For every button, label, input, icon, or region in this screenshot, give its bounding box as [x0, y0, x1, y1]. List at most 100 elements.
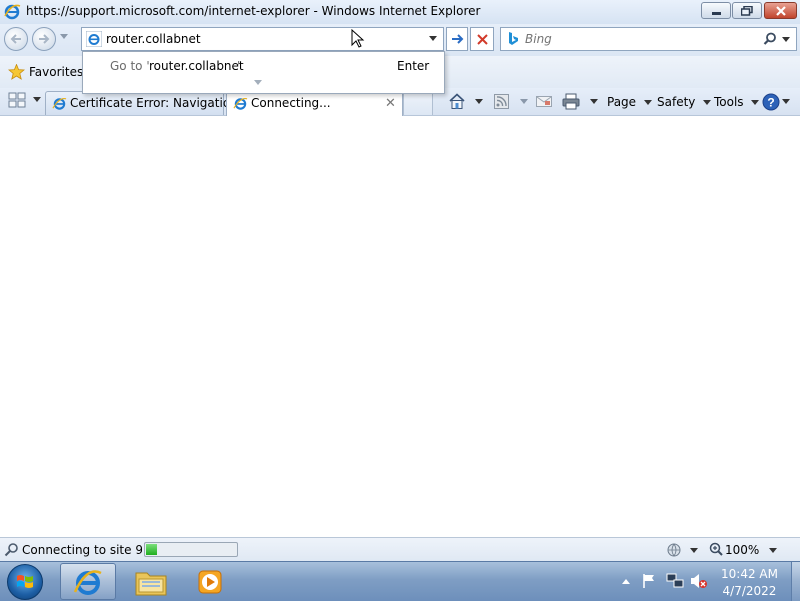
- taskbar-internet-explorer[interactable]: [60, 563, 116, 600]
- status-bar: Connecting to site 96.1 100%: [0, 537, 800, 562]
- home-icon: [449, 93, 465, 109]
- action-center-flag-icon[interactable]: [641, 573, 657, 589]
- read-mail-button[interactable]: [534, 91, 554, 113]
- search-options-dropdown-icon[interactable]: [782, 37, 790, 42]
- zoom-dropdown-icon[interactable]: [769, 548, 777, 553]
- goto-prefix: Go to ': [110, 59, 150, 73]
- chevron-down-icon: [520, 99, 528, 104]
- start-button[interactable]: [7, 564, 43, 600]
- volume-muted-icon[interactable]: [690, 572, 708, 590]
- globe-icon: [667, 543, 681, 557]
- search-input[interactable]: [525, 32, 755, 46]
- quick-tabs-grid-icon: [8, 92, 26, 108]
- zoom-level[interactable]: 100%: [725, 543, 759, 557]
- status-text: Connecting to site 96.1: [22, 543, 142, 557]
- restore-icon: [741, 5, 753, 16]
- mouse-pointer-icon: [351, 29, 365, 48]
- close-icon: [775, 5, 786, 16]
- safety-menu[interactable]: Safety: [657, 95, 712, 109]
- search-box[interactable]: [500, 27, 797, 51]
- tools-menu-label: Tools: [714, 95, 744, 109]
- ie-page-icon: [86, 31, 102, 47]
- address-autocomplete-dropdown: Go to ' router.collabnet ' Enter: [82, 51, 445, 94]
- window-title: https://support.microsoft.com/internet-e…: [26, 4, 481, 18]
- favorites-button[interactable]: Favorites: [6, 61, 84, 83]
- svg-text:?: ?: [767, 96, 774, 110]
- title-bar: https://support.microsoft.com/internet-e…: [0, 0, 800, 25]
- printer-icon: [562, 93, 580, 110]
- bing-logo-icon: [509, 32, 518, 45]
- stop-button[interactable]: [470, 27, 494, 51]
- favorites-label: Favorites: [29, 65, 84, 79]
- network-icon[interactable]: [666, 572, 684, 590]
- show-hidden-icons[interactable]: [622, 579, 630, 584]
- home-button[interactable]: [446, 91, 488, 113]
- chevron-down-icon: [590, 99, 598, 104]
- chevron-down-icon: [60, 34, 68, 39]
- go-arrow-icon: [452, 34, 464, 44]
- enter-hint: Enter: [397, 59, 430, 73]
- go-button[interactable]: [446, 27, 468, 51]
- search-icon[interactable]: [763, 32, 777, 46]
- ie-logo-icon: [73, 570, 102, 595]
- quick-tabs-button[interactable]: [7, 91, 29, 111]
- safety-menu-label: Safety: [657, 95, 696, 109]
- goto-suffix: ': [237, 59, 241, 73]
- goto-suggestion[interactable]: Go to ' router.collabnet ' Enter: [84, 54, 443, 76]
- magnifier-icon: [4, 543, 18, 557]
- page-menu[interactable]: Page: [607, 95, 652, 109]
- folder-icon: [135, 572, 167, 596]
- goto-url: router.collabnet: [149, 59, 244, 73]
- forward-arrow-icon: [39, 34, 50, 44]
- page-content[interactable]: [0, 116, 800, 537]
- restore-button[interactable]: [732, 2, 762, 19]
- close-window-button[interactable]: [764, 2, 797, 19]
- zoom-icon: [709, 542, 723, 556]
- stop-x-icon: [477, 34, 488, 45]
- tab-label: Connecting...: [251, 96, 331, 110]
- ie-page-icon: [52, 97, 67, 110]
- back-arrow-icon: [10, 34, 21, 44]
- windows-logo-icon: [17, 575, 33, 588]
- star-icon: [8, 64, 25, 80]
- chevron-down-icon: [751, 100, 760, 105]
- protected-mode-indicator[interactable]: [664, 541, 702, 559]
- ie-page-icon: [233, 97, 248, 110]
- loading-progress-bar: [144, 542, 238, 557]
- tab-label: Certificate Error: Navigatio...: [70, 96, 242, 110]
- show-desktop-button[interactable]: [791, 562, 800, 601]
- chevron-down-icon: [475, 99, 483, 104]
- chevron-down-icon: [643, 100, 652, 105]
- clock-time[interactable]: 10:42 AM: [712, 567, 787, 581]
- help-icon: ?: [762, 93, 780, 111]
- chevron-down-icon: [690, 548, 698, 553]
- progress-fill: [146, 544, 157, 555]
- tab-certificate-error[interactable]: Certificate Error: Navigatio...: [45, 91, 241, 115]
- chevron-down-icon: [703, 100, 712, 105]
- taskbar: 10:42 AM 4/7/2022: [0, 561, 800, 601]
- taskbar-media-player[interactable]: [187, 563, 235, 600]
- print-button[interactable]: [560, 91, 600, 113]
- page-menu-label: Page: [607, 95, 637, 109]
- new-tab-button[interactable]: [403, 91, 433, 115]
- feeds-button[interactable]: [492, 91, 530, 113]
- back-button[interactable]: [4, 27, 28, 51]
- minimize-icon: [711, 12, 721, 15]
- taskbar-windows-explorer[interactable]: [127, 563, 175, 600]
- address-dropdown-icon[interactable]: [429, 36, 437, 41]
- minimize-button[interactable]: [701, 2, 731, 19]
- ie-logo-icon: [4, 4, 21, 20]
- help-button[interactable]: ?: [762, 91, 792, 113]
- tools-menu[interactable]: Tools: [714, 95, 760, 109]
- recent-pages-dropdown[interactable]: [60, 32, 70, 42]
- forward-button[interactable]: [32, 27, 56, 51]
- close-tab-icon[interactable]: ✕: [385, 96, 396, 111]
- clock-date[interactable]: 4/7/2022: [712, 584, 787, 598]
- tab-connecting[interactable]: Connecting... ✕: [226, 91, 403, 116]
- address-bar[interactable]: [81, 27, 444, 51]
- rss-feed-icon: [494, 94, 509, 109]
- chevron-down-icon: [782, 99, 790, 104]
- expand-suggestions-icon[interactable]: [254, 80, 262, 85]
- media-player-icon: [198, 570, 222, 594]
- tab-list-dropdown-icon[interactable]: [33, 97, 41, 102]
